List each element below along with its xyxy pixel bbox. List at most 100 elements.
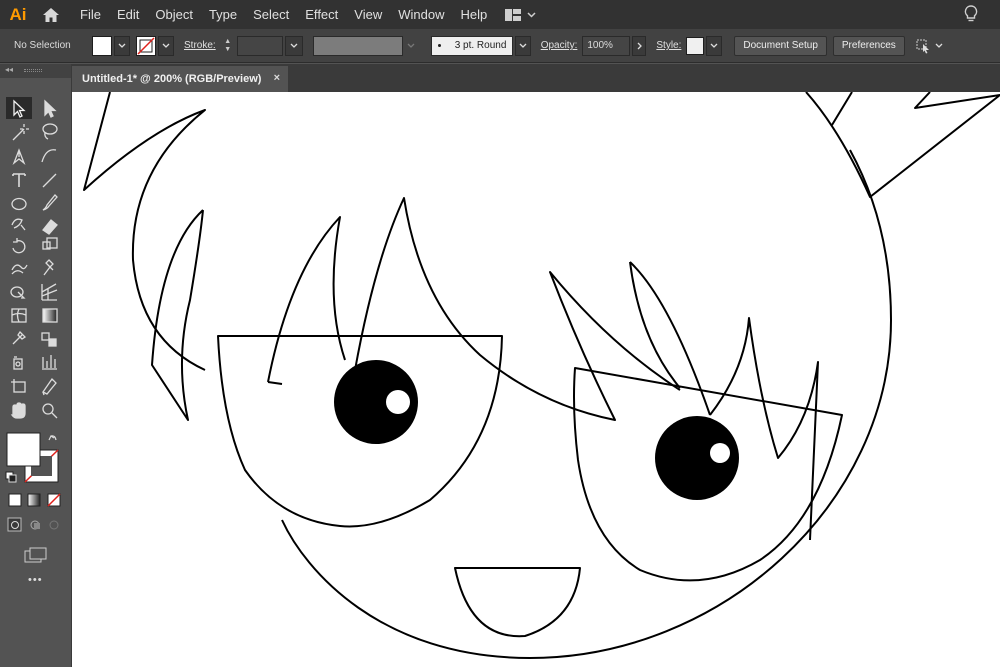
variable-width-profile[interactable] bbox=[312, 35, 403, 56]
stroke-weight-field[interactable] bbox=[236, 35, 283, 56]
app-logo: Ai bbox=[9, 4, 27, 24]
type-icon[interactable] bbox=[12, 173, 26, 187]
home-icon bbox=[43, 7, 59, 22]
direct-selection-tool-icon[interactable] bbox=[44, 99, 57, 118]
menu-object[interactable]: Object bbox=[147, 0, 201, 29]
mesh-icon[interactable] bbox=[11, 308, 27, 323]
workspace-switcher[interactable] bbox=[505, 8, 536, 21]
fill-dropdown[interactable] bbox=[114, 35, 130, 56]
stroke-dropdown[interactable] bbox=[158, 35, 174, 56]
perspective-grid-icon[interactable] bbox=[41, 283, 58, 301]
arrange-documents-button[interactable] bbox=[915, 38, 943, 54]
hand-icon[interactable] bbox=[10, 402, 26, 419]
magic-wand-icon[interactable] bbox=[12, 124, 29, 141]
stroke-weight-dropdown[interactable] bbox=[284, 35, 303, 56]
artboard-canvas[interactable] bbox=[72, 92, 1000, 667]
opacity-field[interactable]: 100% bbox=[582, 35, 631, 56]
line-icon[interactable] bbox=[42, 173, 57, 188]
menu-file[interactable]: File bbox=[72, 0, 109, 29]
hair-spike-1[interactable] bbox=[267, 216, 346, 383]
screen-mode-icon[interactable] bbox=[24, 547, 47, 563]
document-setup-button[interactable]: Document Setup bbox=[734, 35, 827, 56]
opacity-dropdown[interactable] bbox=[632, 35, 647, 56]
chevron-down-icon bbox=[935, 43, 943, 48]
lightbulb-icon bbox=[964, 5, 978, 22]
tools-panel-header[interactable]: ◂◂ bbox=[0, 64, 71, 78]
eyedropper-icon[interactable] bbox=[12, 330, 27, 345]
chevron-down-icon bbox=[407, 43, 415, 48]
stroke-label[interactable]: Stroke: bbox=[184, 40, 216, 51]
preferences-button[interactable]: Preferences bbox=[832, 35, 905, 56]
brush-dot-icon bbox=[437, 44, 441, 47]
draw-normal-icon[interactable] bbox=[7, 517, 22, 532]
shaper-icon[interactable] bbox=[11, 218, 26, 231]
artboard-icon[interactable] bbox=[11, 379, 26, 393]
shape-builder-icon[interactable] bbox=[10, 286, 26, 299]
none-mode-icon[interactable] bbox=[47, 493, 61, 507]
menu-help[interactable]: Help bbox=[452, 0, 495, 29]
lasso-icon[interactable] bbox=[42, 123, 58, 140]
chevron-down-icon bbox=[519, 43, 527, 48]
hair-left-spike[interactable] bbox=[151, 209, 204, 421]
rotate-icon[interactable] bbox=[12, 238, 26, 254]
menu-select[interactable]: Select bbox=[245, 0, 297, 29]
menu-bar: Ai File Edit Object Type Select Effect V… bbox=[0, 0, 1000, 29]
draw-inside-icon[interactable] bbox=[49, 520, 59, 530]
graphic-style-swatch[interactable] bbox=[686, 36, 705, 55]
color-mode-icon[interactable] bbox=[8, 493, 22, 507]
symbol-sprayer-icon[interactable] bbox=[13, 356, 23, 370]
close-tab-icon[interactable]: × bbox=[274, 72, 280, 84]
right-eye-highlight[interactable] bbox=[710, 443, 730, 463]
draw-behind-icon[interactable] bbox=[30, 520, 40, 530]
hair-top-right[interactable] bbox=[805, 92, 1000, 198]
stroke-weight-stepper[interactable]: ▲ ▼ bbox=[221, 36, 235, 56]
stroke-color-swatch[interactable] bbox=[136, 35, 156, 56]
paintbrush-icon[interactable] bbox=[42, 194, 58, 211]
left-eye-highlight[interactable] bbox=[386, 390, 410, 414]
panel-grip[interactable] bbox=[24, 69, 42, 72]
menu-edit[interactable]: Edit bbox=[109, 0, 147, 29]
menu-effect[interactable]: Effect bbox=[297, 0, 346, 29]
style-dropdown[interactable] bbox=[706, 35, 723, 56]
fill-indicator[interactable] bbox=[6, 432, 41, 467]
hair-top-right-line[interactable] bbox=[831, 92, 853, 126]
tools-icons bbox=[5, 97, 61, 563]
gradient-icon[interactable] bbox=[42, 308, 58, 323]
home-button[interactable] bbox=[36, 0, 66, 29]
fill-color-swatch[interactable] bbox=[92, 35, 112, 56]
gradient-mode-icon[interactable] bbox=[27, 493, 41, 507]
brush-definition[interactable]: 3 pt. Round bbox=[430, 35, 513, 56]
pen-icon[interactable] bbox=[12, 148, 26, 166]
artwork[interactable] bbox=[72, 92, 1000, 667]
puppet-warp-icon[interactable] bbox=[43, 259, 54, 276]
left-eye-hair-join[interactable] bbox=[267, 381, 283, 385]
style-label: Style: bbox=[656, 40, 682, 51]
collapse-icon[interactable]: ◂◂ bbox=[5, 65, 13, 74]
menu-window[interactable]: Window bbox=[390, 0, 452, 29]
fill-stroke-controls[interactable] bbox=[5, 432, 59, 483]
blend-icon[interactable] bbox=[41, 332, 57, 347]
none-color-icon bbox=[137, 36, 155, 55]
slice-icon[interactable] bbox=[42, 377, 57, 396]
swap-fill-stroke-icon[interactable] bbox=[48, 435, 57, 441]
ellipse-icon[interactable] bbox=[11, 197, 27, 211]
discover-button[interactable] bbox=[964, 5, 978, 26]
brush-dropdown[interactable] bbox=[514, 35, 531, 56]
curvature-icon[interactable] bbox=[41, 149, 57, 163]
control-bar: No Selection Stroke: ▲ ▼ 3 pt. Round Opac… bbox=[0, 29, 1000, 63]
opacity-label[interactable]: Opacity: bbox=[541, 40, 578, 51]
brush-definition-label: 3 pt. Round bbox=[454, 40, 507, 51]
mouth[interactable] bbox=[454, 567, 581, 638]
menu-view[interactable]: View bbox=[346, 0, 390, 29]
document-tab[interactable]: Untitled-1* @ 200% (RGB/Preview) × bbox=[72, 66, 288, 92]
default-fill-stroke-icon[interactable] bbox=[5, 471, 17, 483]
edit-toolbar-button[interactable]: ••• bbox=[28, 574, 43, 586]
scale-icon[interactable] bbox=[42, 237, 58, 250]
zoom-icon[interactable] bbox=[42, 403, 58, 419]
warp-icon[interactable] bbox=[11, 264, 28, 275]
chevron-down-icon bbox=[118, 43, 126, 48]
graph-icon[interactable] bbox=[42, 355, 57, 370]
menu-type[interactable]: Type bbox=[201, 0, 245, 29]
eraser-icon[interactable] bbox=[42, 219, 58, 235]
hair-spike-3[interactable] bbox=[629, 261, 711, 416]
